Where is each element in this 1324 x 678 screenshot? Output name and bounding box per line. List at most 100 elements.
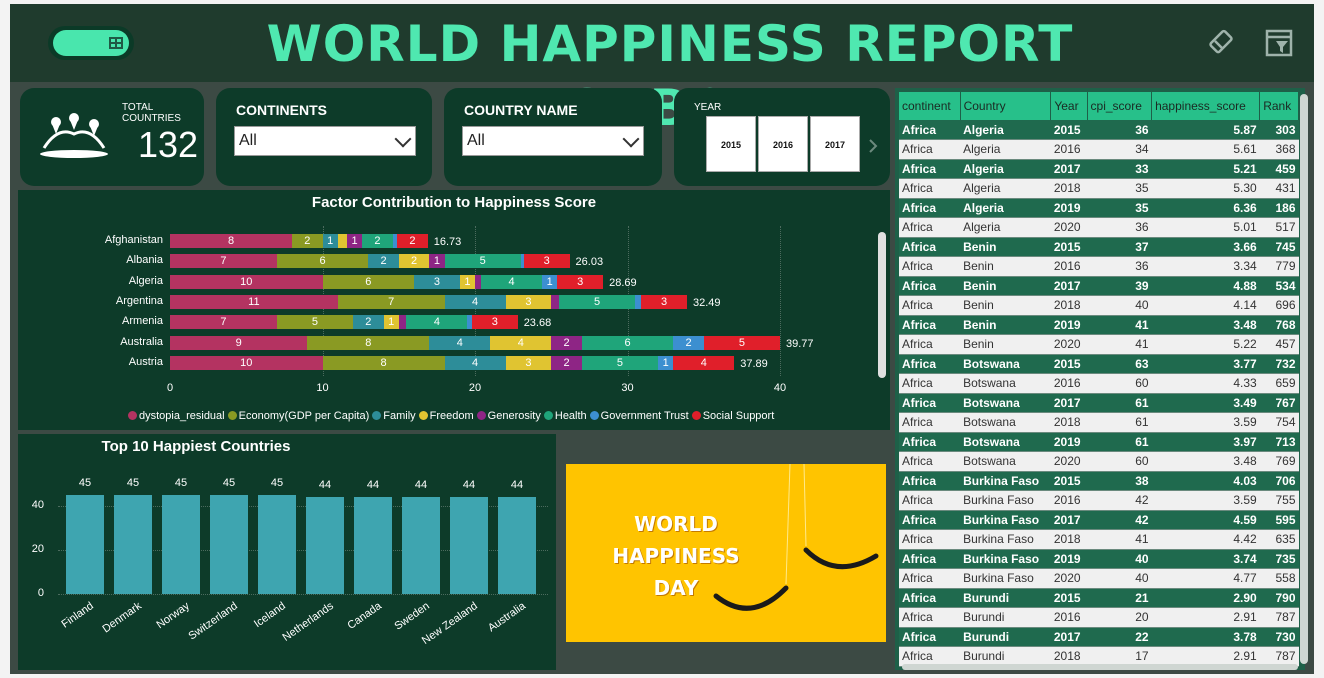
bar[interactable] bbox=[114, 495, 152, 594]
legend-item[interactable]: Government Trust bbox=[589, 410, 689, 422]
bar-segment[interactable]: 9 bbox=[170, 335, 308, 350]
bar-segment[interactable]: 1 bbox=[429, 254, 445, 269]
bar-segment[interactable]: 2 bbox=[398, 254, 430, 269]
bar-segment[interactable]: 3 bbox=[523, 254, 570, 269]
bar-segment[interactable]: 1 bbox=[346, 234, 363, 248]
bar[interactable] bbox=[306, 497, 344, 594]
bar-segment[interactable]: 10 bbox=[170, 274, 323, 289]
bar-segment[interactable]: 2 bbox=[551, 355, 582, 370]
table-row[interactable]: Africa Benin 2017 39 4.88 534 bbox=[899, 276, 1299, 296]
table-row[interactable]: Africa Burundi 2017 22 3.78 730 bbox=[899, 627, 1299, 647]
table-row[interactable]: Africa Algeria 2020 36 5.01 517 bbox=[899, 217, 1299, 238]
bar[interactable] bbox=[210, 495, 248, 594]
bar-segment[interactable]: 3 bbox=[641, 294, 687, 309]
column-header[interactable]: cpi_score bbox=[1087, 92, 1153, 120]
bar-segment[interactable]: 1 bbox=[542, 274, 558, 289]
bar-segment[interactable]: 2 bbox=[353, 315, 384, 330]
table-row[interactable]: Africa Botswana 2016 60 4.33 659 bbox=[899, 373, 1299, 394]
bar[interactable] bbox=[66, 495, 104, 594]
bar-segment[interactable]: 5 bbox=[703, 335, 780, 350]
table-row[interactable]: Africa Botswana 2019 61 3.97 713 bbox=[899, 432, 1299, 452]
bar-segment[interactable]: 4 bbox=[481, 274, 543, 289]
column-header[interactable]: Country bbox=[960, 92, 1052, 120]
table-row[interactable]: Africa Benin 2018 40 4.14 696 bbox=[899, 295, 1299, 316]
bar-segment[interactable]: 3 bbox=[505, 294, 552, 309]
bar-segment[interactable]: 11 bbox=[170, 294, 338, 309]
bar-segment[interactable]: 4 bbox=[490, 335, 552, 350]
nav-toggle[interactable] bbox=[48, 26, 134, 60]
legend-item[interactable]: Generosity bbox=[476, 410, 541, 422]
year-button-2015[interactable]: 2015 bbox=[706, 116, 756, 172]
toggle-pill[interactable] bbox=[53, 30, 129, 56]
legend-item[interactable]: Freedom bbox=[418, 410, 474, 422]
table-row[interactable]: Africa Algeria 2015 36 5.87 303 bbox=[899, 120, 1299, 140]
bar-segment[interactable] bbox=[337, 234, 347, 248]
chart-scrollbar[interactable] bbox=[878, 232, 886, 378]
bar-segment[interactable]: 2 bbox=[292, 234, 323, 248]
bar[interactable] bbox=[162, 495, 200, 594]
table-row[interactable]: Africa Botswana 2015 63 3.77 732 bbox=[899, 354, 1299, 374]
table-row[interactable]: Africa Botswana 2018 61 3.59 754 bbox=[899, 412, 1299, 433]
table-row[interactable]: Africa Algeria 2019 35 6.36 186 bbox=[899, 198, 1299, 218]
legend-item[interactable]: Family bbox=[372, 410, 416, 422]
bar[interactable] bbox=[354, 497, 392, 594]
column-header[interactable]: Year bbox=[1050, 92, 1088, 120]
table-row[interactable]: Africa Algeria 2017 33 5.21 459 bbox=[899, 159, 1299, 179]
chevron-right-icon[interactable] bbox=[868, 138, 878, 154]
bar-segment[interactable] bbox=[398, 315, 407, 330]
bar-segment[interactable]: 1 bbox=[322, 234, 338, 248]
bar-segment[interactable]: 3 bbox=[414, 274, 460, 289]
bar-segment[interactable] bbox=[551, 294, 559, 309]
bar-segment[interactable]: 8 bbox=[307, 335, 430, 350]
eraser-icon[interactable] bbox=[1206, 28, 1236, 58]
bar-segment[interactable]: 4 bbox=[429, 335, 491, 350]
bar-segment[interactable]: 5 bbox=[444, 254, 521, 269]
legend-item[interactable]: Economy(GDP per Capita) bbox=[227, 410, 369, 422]
bar-segment[interactable]: 2 bbox=[362, 234, 393, 248]
bar-segment[interactable]: 6 bbox=[581, 335, 674, 350]
bar-segment[interactable]: 4 bbox=[444, 294, 506, 309]
bar-segment[interactable]: 5 bbox=[581, 355, 658, 370]
bar-segment[interactable]: 3 bbox=[557, 274, 604, 289]
bar-segment[interactable]: 1 bbox=[383, 315, 399, 330]
legend-item[interactable]: Social Support bbox=[691, 410, 774, 422]
bar-segment[interactable]: 8 bbox=[322, 355, 445, 370]
table-row[interactable]: Africa Burkina Faso 2019 40 3.74 735 bbox=[899, 549, 1299, 569]
table-row[interactable]: Africa Benin 2020 41 5.22 457 bbox=[899, 334, 1299, 355]
bar-segment[interactable]: 4 bbox=[673, 355, 735, 370]
bar-segment[interactable]: 2 bbox=[673, 335, 704, 350]
column-header[interactable]: happiness_score bbox=[1151, 92, 1261, 120]
country-dropdown[interactable]: All bbox=[462, 126, 644, 156]
bar-segment[interactable]: 2 bbox=[397, 234, 428, 248]
bar-segment[interactable]: 1 bbox=[658, 355, 674, 370]
year-button-2017[interactable]: 2017 bbox=[810, 116, 860, 172]
table-row[interactable]: Africa Benin 2016 36 3.34 779 bbox=[899, 256, 1299, 277]
column-header[interactable]: Rank bbox=[1259, 92, 1299, 120]
table-row[interactable]: Africa Algeria 2016 34 5.61 368 bbox=[899, 139, 1299, 160]
table-row[interactable]: Africa Benin 2015 37 3.66 745 bbox=[899, 237, 1299, 257]
bar-segment[interactable]: 2 bbox=[368, 254, 399, 269]
legend-item[interactable]: dystopia_residual bbox=[128, 410, 225, 422]
bar-segment[interactable]: 7 bbox=[170, 254, 277, 269]
table-row[interactable]: Africa Burundi 2016 20 2.91 787 bbox=[899, 607, 1299, 628]
bar-segment[interactable]: 5 bbox=[558, 294, 636, 309]
continents-dropdown[interactable]: All bbox=[234, 126, 416, 156]
bar[interactable] bbox=[258, 495, 296, 594]
bar-segment[interactable]: 7 bbox=[337, 294, 445, 309]
legend-item[interactable]: Health bbox=[543, 410, 587, 422]
column-header[interactable]: continent bbox=[899, 92, 961, 120]
table-row[interactable]: Africa Burkina Faso 2015 38 4.03 706 bbox=[899, 471, 1299, 491]
bar-segment[interactable]: 3 bbox=[471, 315, 518, 330]
bar-segment[interactable]: 3 bbox=[505, 355, 552, 370]
table-scrollbar[interactable] bbox=[1300, 94, 1308, 664]
table-row[interactable]: Africa Algeria 2018 35 5.30 431 bbox=[899, 178, 1299, 199]
bar-segment[interactable]: 4 bbox=[406, 315, 468, 330]
bar[interactable] bbox=[498, 497, 536, 594]
table-row[interactable]: Africa Burundi 2015 21 2.90 790 bbox=[899, 588, 1299, 608]
year-button-2016[interactable]: 2016 bbox=[758, 116, 808, 172]
bar[interactable] bbox=[450, 497, 488, 594]
bar-segment[interactable]: 10 bbox=[170, 355, 323, 370]
table-row[interactable]: Africa Burkina Faso 2020 40 4.77 558 bbox=[899, 568, 1299, 589]
table-row[interactable]: Africa Botswana 2020 60 3.48 769 bbox=[899, 451, 1299, 472]
table-horizontal-scrollbar[interactable] bbox=[902, 664, 1298, 670]
